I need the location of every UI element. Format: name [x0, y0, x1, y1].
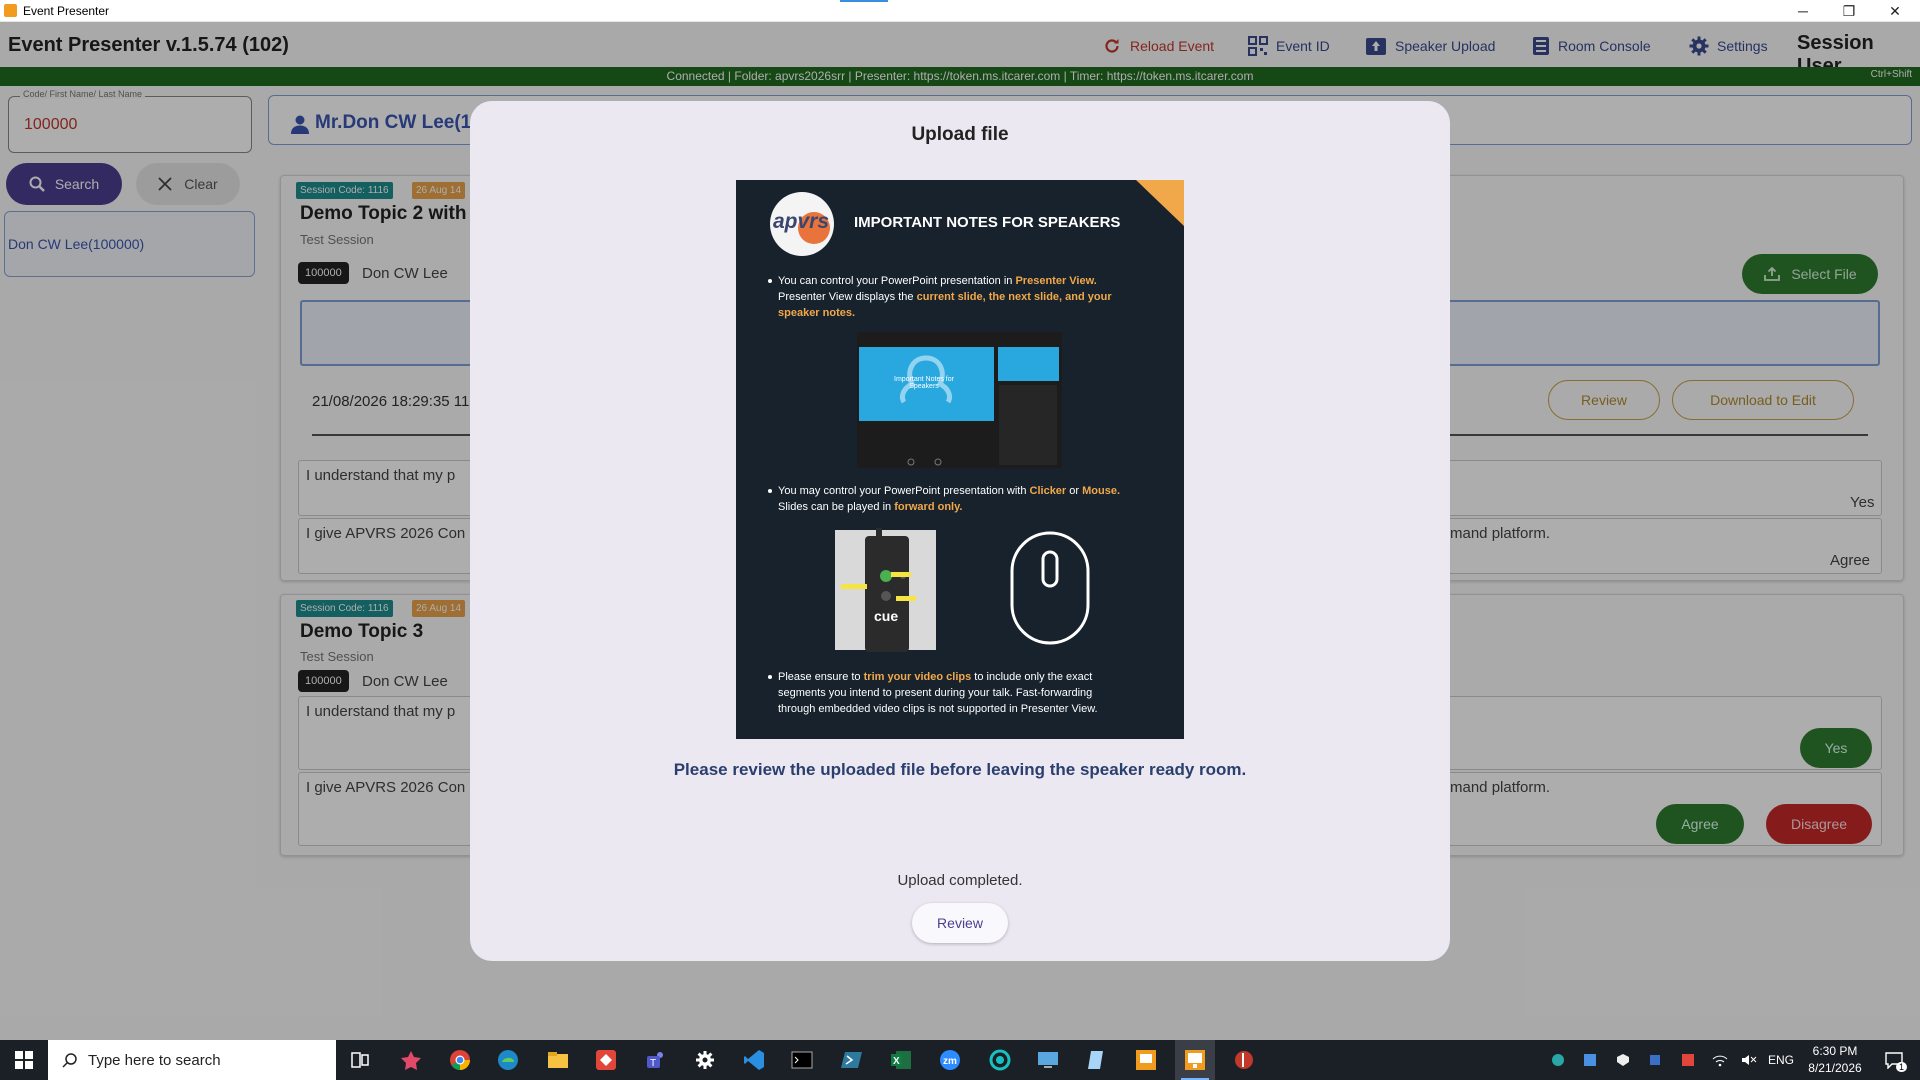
window-title-bar: Event Presenter ─ ❐ ✕	[0, 0, 1920, 22]
bullet2-or: or	[1069, 485, 1080, 497]
bullet3-text-c: segments you intend to present during yo…	[778, 687, 1093, 699]
terminal-icon[interactable]	[782, 1040, 822, 1080]
teams-icon[interactable]: T	[636, 1040, 676, 1080]
minimize-button[interactable]: ─	[1780, 0, 1826, 22]
tray-app-icon[interactable]	[1643, 1040, 1667, 1080]
bullet1-highlight-b: current slide, the next slide, and your	[916, 291, 1112, 303]
excel-icon[interactable]: X	[881, 1040, 921, 1080]
tray-app-icon[interactable]	[1578, 1040, 1602, 1080]
screen-caption: Important Notes for Speakers	[894, 376, 954, 390]
chrome-icon[interactable]	[440, 1040, 480, 1080]
bullet3-highlight: trim your video clips	[863, 671, 972, 683]
bullet2-highlight-b: Mouse.	[1082, 485, 1121, 497]
restore-button[interactable]: ❐	[1826, 0, 1872, 22]
tray-app-icon[interactable]	[1546, 1040, 1570, 1080]
clock[interactable]: 6:30 PM 8/21/2026	[1800, 1043, 1870, 1077]
notification-count: 1	[1896, 1062, 1908, 1072]
settings-gear-icon[interactable]	[685, 1040, 725, 1080]
review-reminder: Please review the uploaded file before l…	[673, 760, 1247, 779]
vscode-icon[interactable]	[734, 1040, 774, 1080]
anydesk-icon[interactable]	[586, 1040, 626, 1080]
svg-text:zm: zm	[943, 1056, 957, 1067]
presenter-app-icon[interactable]	[1126, 1040, 1166, 1080]
windows-icon	[15, 1051, 33, 1069]
bullet2-highlight-a: Clicker	[1029, 485, 1067, 497]
bullet1-highlight-c: speaker notes.	[778, 307, 856, 319]
task-view-button[interactable]	[340, 1040, 380, 1080]
remote-desktop-icon[interactable]	[1028, 1040, 1068, 1080]
dialog-review-button[interactable]: Review	[912, 903, 1008, 943]
powershell-icon[interactable]	[832, 1040, 872, 1080]
bullet1-text-a: You can control your PowerPoint presenta…	[778, 275, 1013, 287]
bullet2-highlight-c: forward only.	[894, 501, 963, 513]
bullet2-text-b: Slides can be played in	[778, 501, 892, 513]
taskbar-search-placeholder: Type here to search	[88, 1051, 221, 1069]
window-title: Event Presenter	[23, 4, 110, 18]
start-button[interactable]	[0, 1040, 48, 1080]
apvrs-logo: apvrs	[773, 210, 830, 233]
dialog-title: Upload file	[911, 124, 1009, 145]
ring-app-icon[interactable]	[980, 1040, 1020, 1080]
notes-icon[interactable]	[1077, 1040, 1117, 1080]
uploaded-file-preview: apvrs IMPORTANT NOTES FOR SPEAKERS You c…	[736, 180, 1184, 739]
poster-graphics	[768, 180, 1184, 679]
edge-icon[interactable]	[488, 1040, 528, 1080]
app-icon	[4, 4, 17, 17]
clock-time: 6:30 PM	[1812, 1044, 1858, 1058]
search-icon	[62, 1053, 77, 1068]
taskbar-search[interactable]: Type here to search	[48, 1040, 336, 1080]
svg-text:T: T	[650, 1058, 656, 1069]
zoom-icon[interactable]: zm	[930, 1040, 970, 1080]
tray-app-icon[interactable]	[1611, 1040, 1635, 1080]
poster-bullet-3: Please ensure to trim your video clips t…	[778, 669, 1168, 717]
event-presenter-taskbar-icon[interactable]	[1175, 1040, 1215, 1080]
tray-app-icon[interactable]	[1676, 1040, 1700, 1080]
clicker-brand: cue	[874, 608, 899, 624]
bullet2-text-a: You may control your PowerPoint presenta…	[778, 485, 1027, 497]
bullet1-text-b: Presenter View displays the	[778, 291, 914, 303]
bullet3-text-d: through embedded video clips is not supp…	[778, 703, 1098, 715]
poster-heading: IMPORTANT NOTES FOR SPEAKERS	[854, 214, 1121, 231]
language-indicator[interactable]: ENG	[1765, 1040, 1797, 1080]
upload-status: Upload completed.	[897, 872, 1023, 889]
clock-date: 8/21/2026	[1808, 1061, 1862, 1075]
pointer-app-icon[interactable]	[1224, 1040, 1264, 1080]
notification-center-button[interactable]: 1	[1874, 1040, 1914, 1080]
file-explorer-icon[interactable]	[538, 1040, 578, 1080]
paint-app-icon[interactable]	[391, 1040, 431, 1080]
poster-bullet-2: You may control your PowerPoint presenta…	[778, 483, 1168, 515]
bullet3-text-a: Please ensure to	[778, 671, 861, 683]
bullet3-text-b: to include only the exact	[974, 671, 1093, 683]
svg-text:X: X	[893, 1056, 900, 1067]
title-highlight	[840, 0, 888, 2]
close-button[interactable]: ✕	[1872, 0, 1918, 22]
bullet1-highlight-a: Presenter View.	[1015, 275, 1097, 287]
wifi-icon[interactable]	[1708, 1040, 1732, 1080]
poster-bullet-1: You can control your PowerPoint presenta…	[778, 273, 1168, 321]
volume-muted-icon[interactable]	[1737, 1040, 1761, 1080]
